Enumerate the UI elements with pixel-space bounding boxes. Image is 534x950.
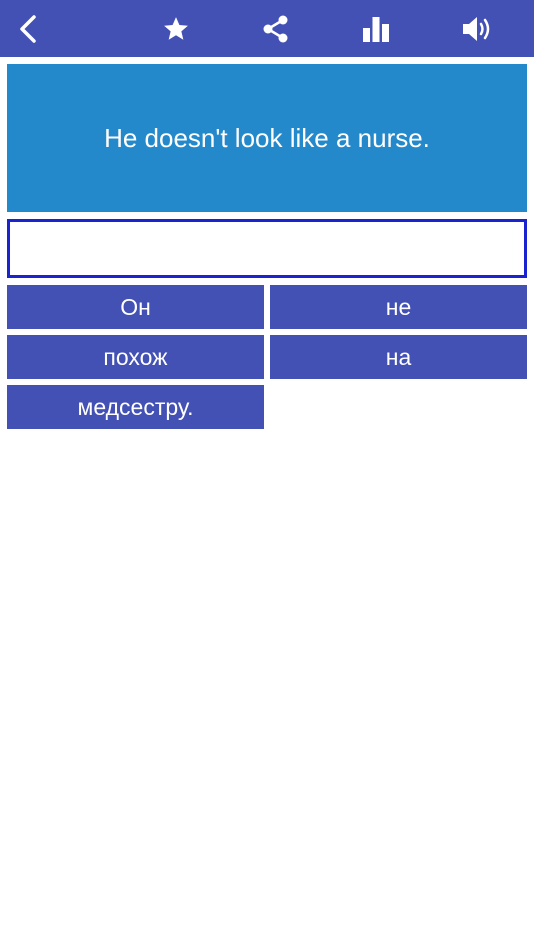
word-button[interactable]: Он xyxy=(7,285,264,329)
speaker-icon xyxy=(463,16,490,41)
prompt-text: He doesn't look like a nurse. xyxy=(104,122,430,153)
word-button[interactable]: похож xyxy=(7,335,264,379)
bar-chart-icon xyxy=(363,16,389,42)
star-icon xyxy=(164,16,188,40)
sound-button[interactable] xyxy=(449,0,505,57)
stats-button[interactable] xyxy=(348,0,404,57)
word-button[interactable]: на xyxy=(270,335,527,379)
word-button[interactable]: медсестру. xyxy=(7,385,264,429)
prompt-card: He doesn't look like a nurse. xyxy=(7,64,527,212)
share-button[interactable] xyxy=(248,0,304,57)
word-button[interactable]: не xyxy=(270,285,527,329)
favorite-button[interactable] xyxy=(148,0,204,57)
back-button[interactable] xyxy=(0,0,56,57)
share-icon xyxy=(263,15,288,42)
back-chevron-icon xyxy=(20,14,36,43)
top-toolbar xyxy=(0,0,534,57)
word-choices: Он не похож на медсестру. xyxy=(7,285,527,429)
answer-input[interactable] xyxy=(7,219,527,278)
